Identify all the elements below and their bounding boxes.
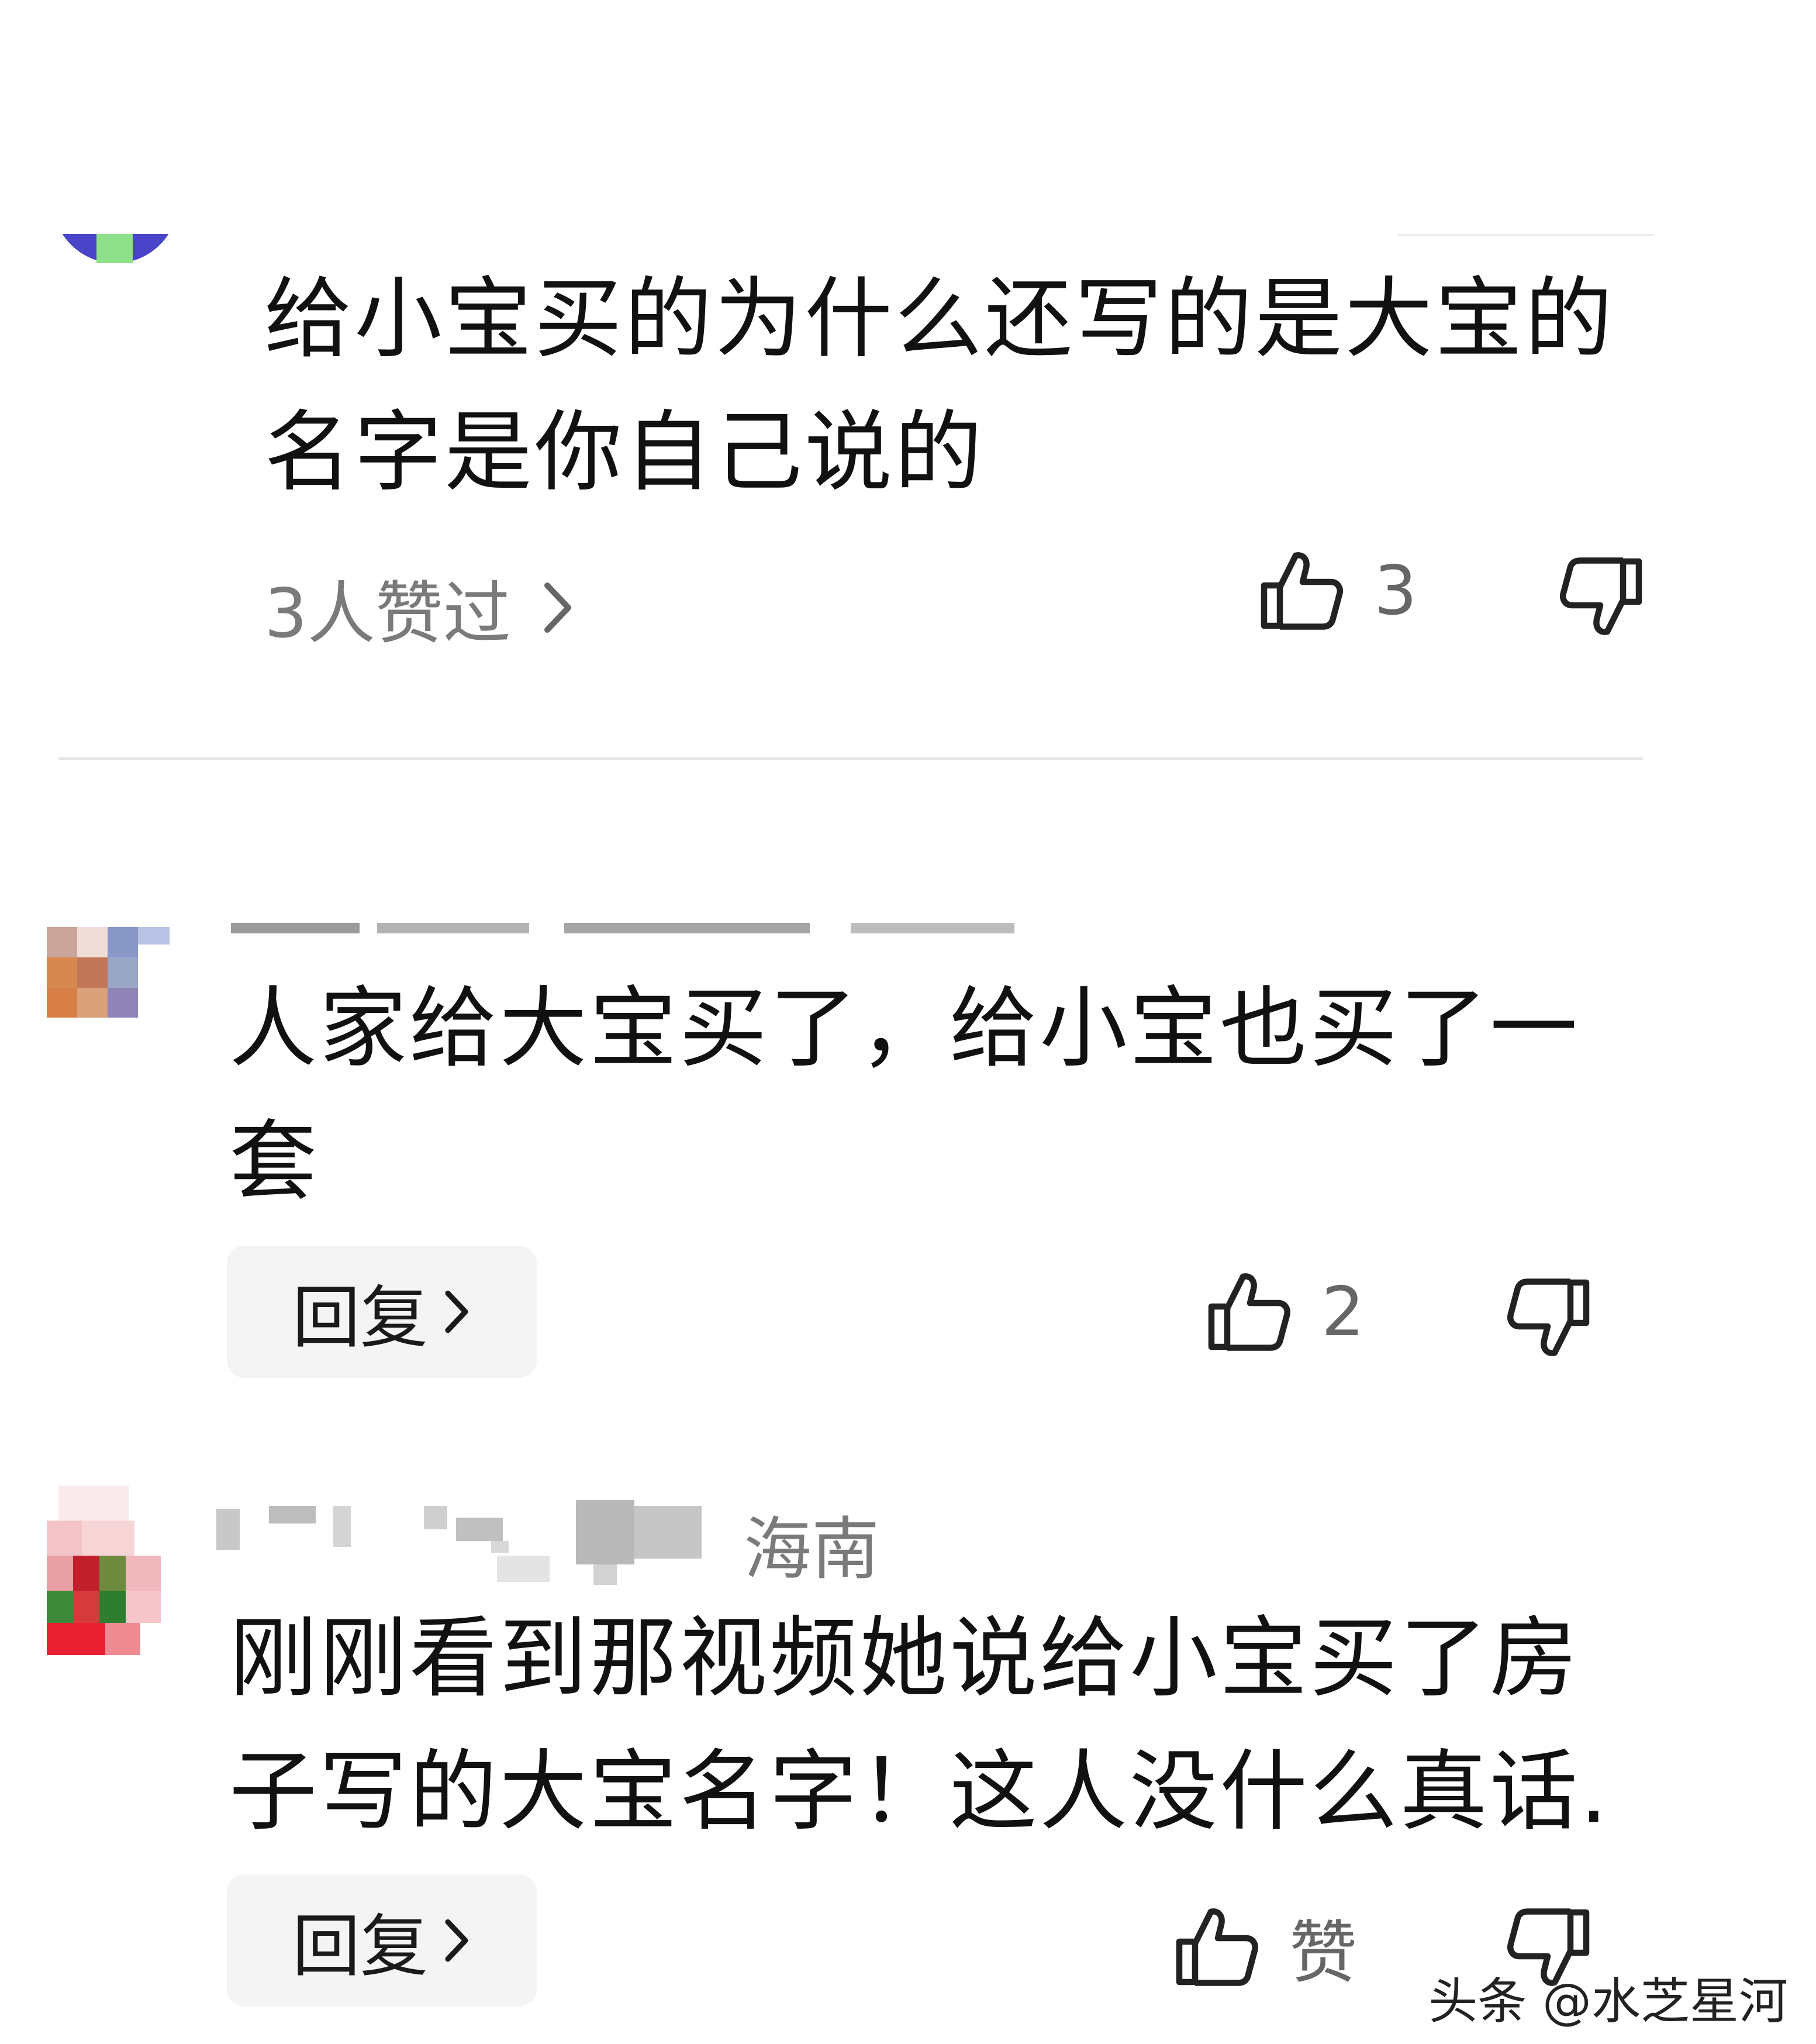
liked-by-link[interactable]: 3人赞过 — [264, 559, 575, 657]
reply-label: 回复 — [292, 1907, 428, 1986]
comment-text-line-2: 名字是你自己说的 — [264, 402, 985, 504]
like-count: 3 — [1374, 551, 1417, 630]
thumbs-up-icon — [1172, 1903, 1260, 1991]
dislike-button[interactable] — [1506, 1274, 1593, 1361]
avatar[interactable] — [47, 1485, 170, 1655]
avatar[interactable] — [53, 234, 178, 263]
dislike-button[interactable] — [1558, 553, 1646, 640]
reply-button[interactable]: 回复 — [227, 1246, 537, 1378]
thumbs-up-icon — [1204, 1268, 1292, 1356]
comment-text-line-1: 人家给大宝买了，给小宝也买了一 — [229, 978, 1580, 1080]
like-button[interactable]: 赞 — [1172, 1898, 1357, 1996]
thumbs-down-icon — [1506, 1274, 1593, 1361]
username-blurred — [231, 923, 1014, 933]
thumbs-up-icon — [1257, 547, 1345, 635]
username-blurred — [216, 1500, 702, 1588]
liked-by-label: 3人赞过 — [264, 574, 511, 653]
chevron-right-icon — [540, 578, 575, 637]
like-label: 赞 — [1289, 1914, 1357, 1993]
like-count: 2 — [1321, 1272, 1365, 1352]
like-button[interactable]: 3 — [1257, 547, 1417, 635]
avatar[interactable] — [47, 927, 170, 1018]
thumbs-down-icon — [1558, 553, 1646, 640]
comment-divider — [58, 757, 1643, 760]
chevron-right-icon — [442, 1285, 471, 1338]
header-divider — [1397, 234, 1655, 236]
comment-text-line-2: 子写的大宝名字！这人没什么真话. — [229, 1741, 1610, 1843]
chevron-right-icon — [442, 1914, 471, 1967]
like-button[interactable]: 2 — [1204, 1268, 1365, 1356]
location-label: 海南 — [744, 1510, 879, 1589]
reply-label: 回复 — [292, 1278, 428, 1357]
watermark: 头条 @水芝星河 — [1428, 1973, 1788, 2030]
comment-text-line-1: 刚刚看到那视频她说给小宝买了房 — [229, 1608, 1580, 1709]
comment-text-line-1: 给小宝买的为什么还写的是大宝的 — [264, 268, 1615, 370]
reply-button[interactable]: 回复 — [227, 1874, 537, 2007]
comment-text-line-2: 套 — [229, 1111, 320, 1213]
